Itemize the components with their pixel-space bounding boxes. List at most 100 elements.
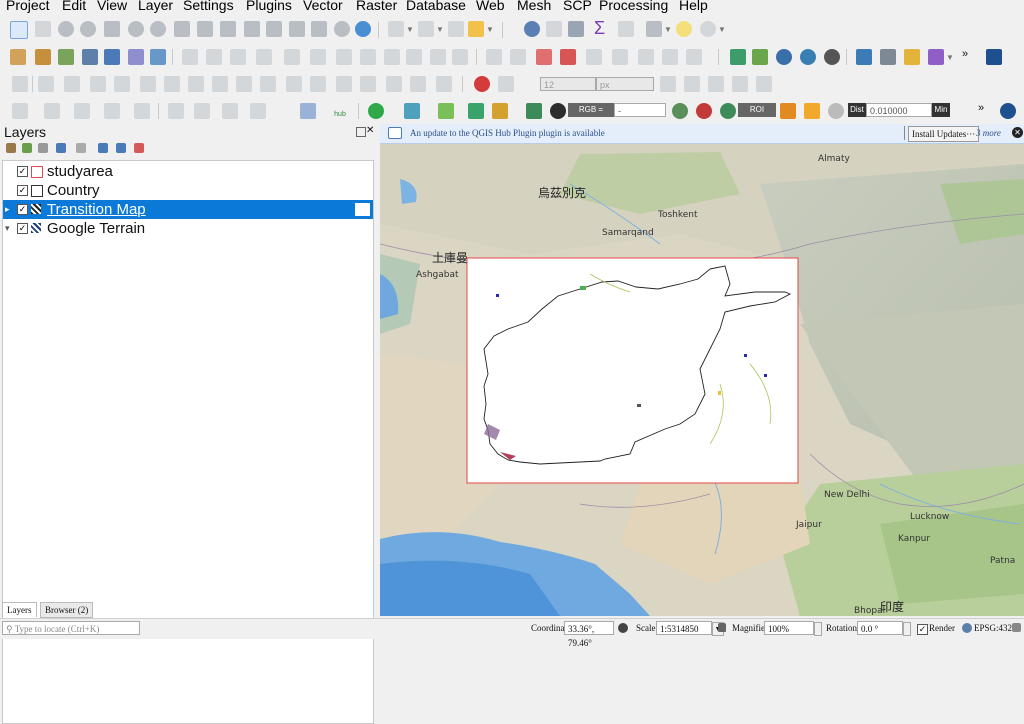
crs-button[interactable]: EPSG:4326 [974,623,1017,633]
style-manager-icon[interactable] [6,143,16,153]
messages-icon[interactable] [1012,623,1021,632]
help-icon[interactable] [986,49,1002,65]
filter-legend-icon[interactable] [56,143,66,153]
close-icon[interactable]: ✕ [1012,127,1023,138]
attribute-table-icon[interactable] [546,21,562,37]
layer-visibility-checkbox[interactable]: ✓ [17,166,28,177]
more-tools-icon[interactable]: » [962,48,968,60]
chevron-down-icon[interactable]: ▼ [718,25,726,34]
refresh-icon[interactable] [355,21,371,37]
new-3d-map-icon[interactable] [266,21,282,37]
lock-icon[interactable] [718,623,726,632]
menu-edit[interactable]: Edit [62,0,86,13]
plugin-settings-icon[interactable] [1000,103,1016,119]
add-raster-layer-icon[interactable] [82,49,98,65]
tab-browser[interactable]: Browser (2) [40,602,94,618]
chart-plot-icon[interactable] [928,49,944,65]
data-source-manager-icon[interactable] [10,49,26,65]
dist-input[interactable]: 0.010000 [866,103,932,117]
menu-scp[interactable]: SCP [563,0,592,13]
menu-plugins[interactable]: Plugins [246,0,292,13]
python-console-icon[interactable] [856,49,872,65]
zoom-input-image-icon[interactable] [468,103,484,119]
annotation-icon[interactable] [700,21,716,37]
zoom-in-icon[interactable] [58,21,74,37]
menu-layer[interactable]: Layer [138,0,173,13]
close-icon[interactable]: ✕ [366,125,374,136]
label-move-icon[interactable] [560,49,576,65]
menu-web[interactable]: Web [476,0,505,13]
snapping-magnet-icon[interactable] [474,76,490,92]
magnifier-input[interactable]: 100% [764,621,814,635]
zoom-full-icon[interactable] [104,21,120,37]
new-geopackage-icon[interactable] [128,49,144,65]
layer-visibility-checkbox[interactable]: ✓ [17,185,28,196]
triangle-tool-icon[interactable] [752,49,768,65]
rotation-stepper[interactable] [903,622,911,636]
local-cumulative-stretch-icon[interactable] [672,103,688,119]
layer-visibility-checkbox[interactable]: ✓ [17,204,28,215]
zoom-out-icon[interactable] [80,21,96,37]
deselect-icon[interactable] [448,21,464,37]
menu-view[interactable]: View [97,0,127,13]
bookmark-icon[interactable] [289,21,305,37]
more-tools-icon[interactable]: » [978,102,984,114]
chevron-down-icon[interactable]: ▾ [5,219,10,238]
remove-layer-icon[interactable] [134,143,144,153]
chevron-right-icon[interactable]: ▸ [5,200,10,219]
scale-input[interactable]: 1:5314850 [656,621,712,635]
chevron-down-icon[interactable]: ▼ [406,25,414,34]
render-checkbox[interactable]: ✓ [917,624,928,635]
browser-icon[interactable] [880,49,896,65]
layer-row-transition-map[interactable]: ▸ ✓ Transition Map [3,200,373,219]
plugin-tool-icon[interactable] [730,49,746,65]
menu-help[interactable]: Help [679,0,708,13]
float-panel-icon[interactable] [356,127,366,137]
toggle-extents-icon[interactable] [618,623,628,633]
select-by-expression-icon[interactable] [468,21,484,37]
zoom-native-icon[interactable] [174,21,190,37]
add-vector-layer-icon[interactable] [58,49,74,65]
zoom-roi-icon[interactable] [526,103,542,119]
menu-processing[interactable]: Processing [599,0,668,13]
coordinate-input[interactable]: 33.36°, 79.46° [564,621,614,648]
layer-row-google-terrain[interactable]: ▾ ✓ Google Terrain [3,219,373,238]
measure-line-icon[interactable] [646,21,662,37]
add-layer-icon[interactable] [35,49,51,65]
layer-indicator-icon[interactable] [355,203,370,216]
filter-expression-icon[interactable] [76,143,86,153]
add-group-icon[interactable] [22,143,32,153]
std-dev-stretch-icon[interactable] [696,103,712,119]
color-tool-icon[interactable] [904,49,920,65]
pan-hand-icon[interactable] [10,21,28,39]
redo-roi-icon[interactable] [828,103,844,119]
tab-layers[interactable]: Layers [2,602,37,617]
layer-visibility-checkbox[interactable]: ✓ [17,223,28,234]
zoom-layer-icon[interactable] [150,21,166,37]
select-features-icon[interactable] [388,21,404,37]
zoom-next-icon[interactable] [220,21,236,37]
menu-mesh[interactable]: Mesh [517,0,551,13]
new-map-view-icon[interactable] [244,21,260,37]
show-image-icon[interactable] [550,103,566,119]
identify-icon[interactable] [524,21,540,37]
menu-database[interactable]: Database [406,0,466,13]
sigma-statistics-icon[interactable]: Σ [594,18,605,39]
measure-icon[interactable] [618,21,634,37]
pan-to-selection-icon[interactable] [35,21,51,37]
select-by-value-icon[interactable] [418,21,434,37]
chevron-down-icon[interactable]: ▼ [664,25,672,34]
new-temp-layer-icon[interactable] [150,49,166,65]
more-messages-link[interactable]: 3 more [976,128,1001,138]
label-highlight-icon[interactable] [536,49,552,65]
shield-icon[interactable] [300,103,316,119]
locator-search-input[interactable]: ⚲ Type to locate (Ctrl+K) [2,621,140,635]
rotation-input[interactable]: 0.0 ° [857,621,903,635]
magnifier-stepper[interactable] [814,622,822,636]
zoom-selection-icon[interactable] [128,21,144,37]
rgb-composite-icon[interactable] [492,103,508,119]
zoom-temp-roi-icon[interactable] [720,103,736,119]
install-updates-button[interactable]: Install Updates··· [908,126,980,142]
new-shapefile-icon[interactable] [104,49,120,65]
scp-dock-icon[interactable] [404,103,420,119]
